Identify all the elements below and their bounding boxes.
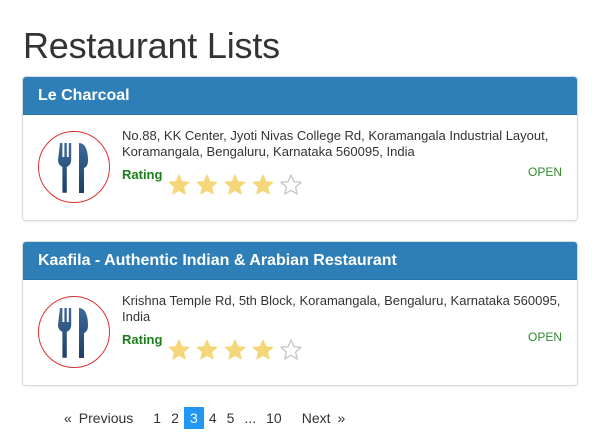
star-filled-icon[interactable] <box>195 338 219 362</box>
star-filled-icon[interactable] <box>223 173 247 197</box>
star-filled-icon[interactable] <box>251 338 275 362</box>
fork-knife-icon <box>38 131 110 203</box>
next-page-link[interactable]: Next <box>297 407 336 429</box>
fork-knife-icon <box>38 296 110 368</box>
restaurant-address: No.88, KK Center, Jyoti Nivas College Rd… <box>122 128 549 159</box>
star-filled-icon[interactable] <box>167 173 191 197</box>
restaurant-name[interactable]: Le Charcoal <box>23 77 577 115</box>
restaurant-body: No.88, KK Center, Jyoti Nivas College Rd… <box>23 115 577 219</box>
prev-arrow-icon[interactable]: « <box>62 407 74 429</box>
star-filled-icon[interactable] <box>223 338 247 362</box>
page-link-3-current[interactable]: 3 <box>183 407 204 429</box>
page-title: Restaurant Lists <box>23 25 280 66</box>
page-link-4[interactable]: 4 <box>204 407 222 429</box>
previous-page-link[interactable]: Previous <box>74 407 138 429</box>
restaurant-card: Le Charcoal No.88, KK Center, Jyoti Niva… <box>22 76 578 221</box>
page-link-5[interactable]: 5 <box>222 407 240 429</box>
next-arrow-icon[interactable]: » <box>336 407 348 429</box>
rating-label: Rating <box>122 332 163 347</box>
pagination-ellipsis: ... <box>244 410 257 426</box>
restaurant-body: Krishna Temple Rd, 5th Block, Koramangal… <box>23 280 577 384</box>
status-badge: OPEN <box>527 165 562 179</box>
star-rating[interactable] <box>167 173 303 197</box>
star-filled-icon[interactable] <box>251 173 275 197</box>
pagination: « Previous 1 2 3 4 5 ... 10 Next » <box>62 407 347 429</box>
star-filled-icon[interactable] <box>195 173 219 197</box>
restaurant-card: Kaafila - Authentic Indian & Arabian Res… <box>22 241 578 386</box>
page-link-2[interactable]: 2 <box>166 407 184 429</box>
star-rating[interactable] <box>167 338 303 362</box>
restaurant-name[interactable]: Kaafila - Authentic Indian & Arabian Res… <box>23 242 577 280</box>
star-empty-icon[interactable] <box>279 173 303 197</box>
rating-label: Rating <box>122 167 163 182</box>
page-link-10[interactable]: 10 <box>261 407 287 429</box>
page-link-1[interactable]: 1 <box>148 407 166 429</box>
restaurant-address: Krishna Temple Rd, 5th Block, Koramangal… <box>122 293 561 324</box>
star-empty-icon[interactable] <box>279 338 303 362</box>
status-badge: OPEN <box>527 330 562 344</box>
star-filled-icon[interactable] <box>167 338 191 362</box>
